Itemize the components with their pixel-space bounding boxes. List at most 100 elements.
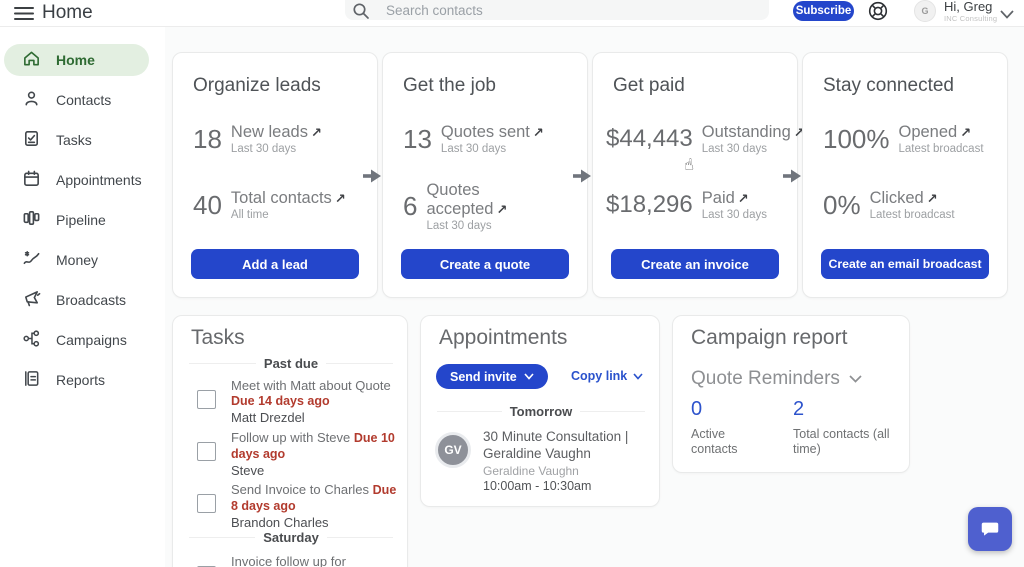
task-title[interactable]: Meet with Matt about Quote — [231, 378, 391, 393]
campaign-stat-active: 0 Active contacts — [691, 398, 751, 457]
sidebar-item-contacts[interactable]: Contacts — [4, 84, 149, 116]
sidebar-item-pipeline[interactable]: Pipeline — [4, 204, 149, 236]
contacts-icon — [22, 89, 41, 111]
copy-link-button[interactable]: Copy link — [571, 369, 643, 383]
metric-label[interactable]: Outstanding ↗ — [702, 123, 805, 142]
create-email-broadcast-button[interactable]: Create an email broadcast — [821, 249, 989, 279]
search-icon — [352, 2, 370, 20]
appointments-day-divider: Tomorrow — [437, 404, 645, 419]
appointment-avatar: GV — [435, 432, 471, 468]
tasks-card-title: Tasks — [191, 326, 245, 349]
stat-label: Active contacts — [691, 427, 738, 456]
task-contact[interactable]: Matt Drezdel — [231, 410, 401, 425]
metric-value: 100% — [823, 123, 890, 154]
sidebar-item-reports[interactable]: Reports — [4, 364, 149, 396]
metric-value: 6 — [403, 191, 418, 221]
create-quote-button[interactable]: Create a quote — [401, 249, 569, 279]
external-link-icon: ↗ — [496, 202, 508, 217]
appointment-title[interactable]: 30 Minute Consultation | Geraldine Vaugh… — [483, 428, 651, 462]
metric-value: 40 — [193, 189, 222, 220]
external-link-icon: ↗ — [532, 125, 544, 140]
hamburger-menu-icon[interactable] — [14, 6, 34, 21]
stat-value[interactable]: 2 — [793, 398, 905, 421]
stat-label: Total contacts (all time) — [793, 427, 890, 456]
get-the-job-card: Get the job 13 Quotes sent ↗ Last 30 days … — [382, 52, 588, 298]
metric-sublabel: Last 30 days — [426, 220, 492, 232]
sidebar-item-appointments[interactable]: Appointments — [4, 164, 149, 196]
metric-value: $18,296 — [606, 191, 693, 218]
account-chevron-down-icon[interactable] — [1000, 6, 1014, 19]
metric-label[interactable]: New leads ↗ — [231, 123, 322, 142]
external-link-icon: ↗ — [926, 191, 938, 206]
appointments-icon — [22, 169, 41, 191]
create-invoice-button[interactable]: Create an invoice — [611, 249, 779, 279]
card-title: Stay connected — [823, 75, 954, 96]
metric-sublabel: Latest broadcast — [869, 209, 955, 221]
task-contact[interactable]: Steve — [231, 463, 401, 478]
sidebar-item-home[interactable]: Home — [4, 44, 149, 76]
chevron-down-icon — [849, 375, 862, 383]
task-title[interactable]: Send Invoice to Charles — [231, 482, 369, 497]
sidebar-item-label: Campaigns — [56, 332, 127, 348]
task-item: Follow up with Steve Due 10 days ago Ste… — [173, 430, 397, 478]
add-lead-button[interactable]: Add a lead — [191, 249, 359, 279]
task-title[interactable]: Invoice follow up for — [231, 554, 346, 567]
metric-sublabel: Last 30 days — [230, 143, 297, 155]
task-checkbox[interactable] — [197, 442, 216, 461]
campaign-selector-dropdown[interactable]: Quote Reminders — [691, 368, 862, 390]
sidebar-item-broadcasts[interactable]: Broadcasts — [4, 284, 149, 316]
account-menu[interactable]: Hi, Greg INC Consulting — [944, 0, 997, 23]
metric-label[interactable]: Clicked ↗ — [870, 189, 955, 208]
get-paid-card: Get paid $44,443 Outstanding ↗ Last 30 day… — [592, 52, 805, 298]
metric-clicked: 0% Clicked ↗ Latest broadcast — [823, 181, 955, 229]
chat-button[interactable] — [968, 507, 1012, 551]
sidebar-item-tasks[interactable]: Tasks — [4, 124, 149, 156]
sidebar-item-money[interactable]: Money — [4, 244, 149, 276]
user-avatar[interactable]: G — [914, 0, 936, 22]
appointments-card: Appointments Send invite Copy link Tomor… — [420, 315, 660, 507]
card-title: Organize leads — [193, 75, 321, 96]
metric-sublabel: Last 30 days — [440, 143, 507, 155]
send-invite-button[interactable]: Send invite — [436, 364, 548, 389]
metric-value: 13 — [403, 123, 432, 154]
task-contact[interactable]: Brandon Charles — [231, 515, 401, 530]
metric-sublabel: Last 30 days — [701, 143, 767, 155]
metric-label[interactable]: Paid ↗ — [702, 189, 767, 208]
metric-label[interactable]: Opened ↗ — [899, 123, 984, 142]
campaign-report-card: Campaign report Quote Reminders 0 Active… — [672, 315, 910, 473]
campaign-card-title: Campaign report — [691, 326, 848, 349]
external-link-icon: ↗ — [737, 191, 749, 206]
stat-value[interactable]: 0 — [691, 398, 751, 421]
task-group-divider: Saturday — [189, 530, 393, 545]
task-title[interactable]: Follow up with Steve — [231, 430, 350, 445]
tasks-icon — [22, 129, 41, 151]
task-checkbox[interactable] — [197, 494, 216, 513]
metric-value: $44,443 — [606, 125, 693, 152]
metric-sublabel: Latest broadcast — [898, 143, 984, 155]
arrow-right-icon — [362, 169, 382, 183]
task-item: Meet with Matt about Quote Due 14 days a… — [173, 378, 397, 425]
metric-outstanding: $44,443 Outstanding ↗ Last 30 days — [606, 115, 805, 163]
task-item: Invoice follow up for — [173, 554, 397, 567]
arrow-right-icon — [782, 169, 802, 183]
metric-label[interactable]: Quotes sent ↗ — [441, 123, 544, 142]
reports-icon — [22, 369, 41, 391]
sidebar-item-campaigns[interactable]: Campaigns — [4, 324, 149, 356]
help-icon[interactable] — [867, 0, 889, 22]
sidebar-item-label: Broadcasts — [56, 292, 127, 308]
search-input[interactable] — [386, 0, 686, 21]
metric-label[interactable]: Quotes accepted ↗ — [426, 181, 516, 219]
appointment-item[interactable]: GV 30 Minute Consultation | Geraldine Va… — [435, 428, 651, 493]
external-link-icon: ↗ — [310, 125, 322, 140]
chevron-down-icon — [524, 373, 534, 380]
appointment-time: 10:00am - 10:30am — [483, 479, 592, 493]
campaign-stat-total: 2 Total contacts (all time) — [793, 398, 905, 457]
task-checkbox[interactable] — [197, 390, 216, 409]
metric-quotes-sent: 13 Quotes sent ↗ Last 30 days — [403, 115, 544, 163]
card-title: Get the job — [403, 75, 496, 96]
top-header: Home Subscribe G Hi, Greg INC Consulting — [0, 0, 1024, 27]
greeting-text: Hi, Greg — [944, 0, 993, 14]
metric-label[interactable]: Total contacts ↗ — [231, 189, 346, 208]
stay-connected-card: Stay connected 100% Opened ↗ Latest broadc… — [802, 52, 1008, 298]
subscribe-button[interactable]: Subscribe — [793, 1, 854, 21]
